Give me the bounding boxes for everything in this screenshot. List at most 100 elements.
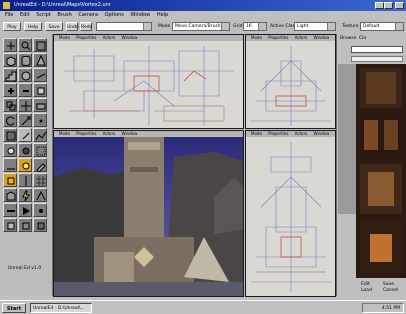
viewport-mode-menu[interactable]: Mode <box>59 35 70 40</box>
tab-browse[interactable]: Browse <box>340 36 356 41</box>
unrealed-screen: UnrealEd - D:\Unreal\Maps\Vortex2.unr Fi… <box>0 0 406 314</box>
mover-tool[interactable] <box>18 98 32 112</box>
viewport-properties-menu[interactable]: Properties <box>268 35 288 40</box>
viewport-front[interactable]: Mode Properties Actors Window <box>245 130 336 297</box>
menu-camera[interactable]: Camera <box>78 11 98 20</box>
viewport-window-menu[interactable]: Window <box>314 131 330 136</box>
build-geometry-tool[interactable] <box>3 188 17 202</box>
menu-edit[interactable]: Edit <box>20 11 30 20</box>
cone-tool[interactable] <box>33 53 47 67</box>
terrain-tool[interactable] <box>33 128 47 142</box>
light-tool[interactable] <box>18 158 32 172</box>
grid-select[interactable]: 16 <box>243 22 267 31</box>
save-button[interactable]: Save <box>45 22 63 31</box>
viewport-actors-menu[interactable]: Actors <box>295 131 308 136</box>
help-button[interactable]: Help <box>24 22 42 31</box>
cube-tool[interactable] <box>3 53 17 67</box>
texture-rotate-tool[interactable] <box>18 128 32 142</box>
viewport-3d[interactable]: Mode Properties Actors Window <box>53 130 244 297</box>
scale-tool[interactable] <box>18 113 32 127</box>
tab-classes[interactable]: Cla <box>359 36 366 41</box>
chevron-down-icon <box>221 23 229 30</box>
texture-browser[interactable] <box>356 64 406 278</box>
rebuild-all-tool[interactable] <box>3 203 17 217</box>
menu-options[interactable]: Options <box>105 11 124 20</box>
path-field[interactable] <box>96 22 152 31</box>
actor-tool[interactable] <box>3 173 17 187</box>
taskbar: Start UnrealEd - D:\Unreal\... 4:51 PM <box>0 300 406 314</box>
viewport-window-menu[interactable]: Window <box>314 35 330 40</box>
menu-script[interactable]: Script <box>36 11 51 20</box>
edit-button[interactable]: Edit <box>361 282 370 287</box>
viewport-top[interactable]: Mode Properties Actors Window <box>53 34 244 129</box>
misc-tool-3[interactable] <box>33 218 47 232</box>
taskbar-item-unrealed[interactable]: UnrealEd - D:\Unreal\... <box>30 303 92 313</box>
play-button[interactable]: Play <box>3 22 21 31</box>
save-browser-button[interactable]: Save <box>383 282 394 287</box>
select-all-tool[interactable] <box>33 143 47 157</box>
texture-pan-tool[interactable] <box>3 128 17 142</box>
clock: 4:51 PM <box>381 306 400 311</box>
mirror-tool[interactable] <box>18 173 32 187</box>
cylinder-tool[interactable] <box>18 53 32 67</box>
redo-button[interactable]: Redo <box>80 22 92 31</box>
sphere-tool[interactable] <box>18 68 32 82</box>
texture-select[interactable]: Default <box>360 22 404 31</box>
misc-tool-1[interactable] <box>3 218 17 232</box>
app-icon <box>3 2 10 9</box>
window-title: UnrealEd - D:\Unreal\Maps\Vortex2.unr <box>14 2 111 8</box>
menu-window[interactable]: Window <box>131 11 151 20</box>
rotate-tool[interactable] <box>3 113 17 127</box>
start-button[interactable]: Start <box>2 303 26 313</box>
show-tool[interactable] <box>18 143 32 157</box>
menu-help[interactable]: Help <box>157 11 168 20</box>
viewport-actors-menu[interactable]: Actors <box>103 35 116 40</box>
vertex-tool[interactable] <box>33 113 47 127</box>
mode-select[interactable]: Move Camera/Brush <box>172 22 230 31</box>
close-button[interactable] <box>395 2 404 9</box>
viewport-window-menu[interactable]: Window <box>122 131 138 136</box>
chevron-down-icon <box>395 23 403 30</box>
viewport-window-menu[interactable]: Window <box>122 35 138 40</box>
brush-tool[interactable] <box>33 158 47 172</box>
browser-scroll-list[interactable] <box>338 64 356 214</box>
cancel-button[interactable]: Cancel <box>383 288 398 293</box>
semisolid-tool[interactable] <box>33 98 47 112</box>
viewport-mode-menu[interactable]: Mode <box>251 131 262 136</box>
viewport-mode-menu[interactable]: Mode <box>251 35 262 40</box>
deintersect-tool[interactable] <box>3 98 17 112</box>
zoom-tool[interactable] <box>18 38 32 52</box>
browser-package-select[interactable] <box>351 56 403 62</box>
grid-snap-tool[interactable] <box>33 173 47 187</box>
viewport-actors-menu[interactable]: Actors <box>103 131 116 136</box>
chevron-down-icon <box>258 23 266 30</box>
build-lighting-tool[interactable] <box>18 188 32 202</box>
viewport-properties-menu[interactable]: Properties <box>268 131 288 136</box>
viewport-side[interactable]: Mode Properties Actors Window <box>245 34 336 129</box>
play-level-tool[interactable] <box>18 203 32 217</box>
sheet-tool[interactable] <box>33 68 47 82</box>
camera-move-tool[interactable] <box>3 38 17 52</box>
add-brush-tool[interactable] <box>3 83 17 97</box>
maximize-button[interactable] <box>384 2 393 9</box>
minimize-button[interactable] <box>375 2 384 9</box>
viewport-actors-menu[interactable]: Actors <box>295 35 308 40</box>
viewport-properties-menu[interactable]: Properties <box>76 35 96 40</box>
menu-file[interactable]: File <box>5 11 13 20</box>
load-button[interactable]: Load <box>361 288 372 293</box>
browser-category-select[interactable] <box>351 46 403 53</box>
stairs-tool[interactable] <box>3 68 17 82</box>
intersect-tool[interactable] <box>33 83 47 97</box>
menu-brush[interactable]: Brush <box>57 11 71 20</box>
misc-tool-2[interactable] <box>18 218 32 232</box>
subtract-brush-tool[interactable] <box>18 83 32 97</box>
brush-clip-tool[interactable] <box>33 38 47 52</box>
camera-speed-tool[interactable] <box>3 158 17 172</box>
hide-tool[interactable] <box>3 143 17 157</box>
build-paths-tool[interactable] <box>33 188 47 202</box>
undo-button[interactable]: Undo <box>66 22 79 31</box>
viewport-properties-menu[interactable]: Properties <box>76 131 96 136</box>
viewport-mode-menu[interactable]: Mode <box>59 131 70 136</box>
active-class-select[interactable]: Light <box>294 22 336 31</box>
options-tool[interactable] <box>33 203 47 217</box>
